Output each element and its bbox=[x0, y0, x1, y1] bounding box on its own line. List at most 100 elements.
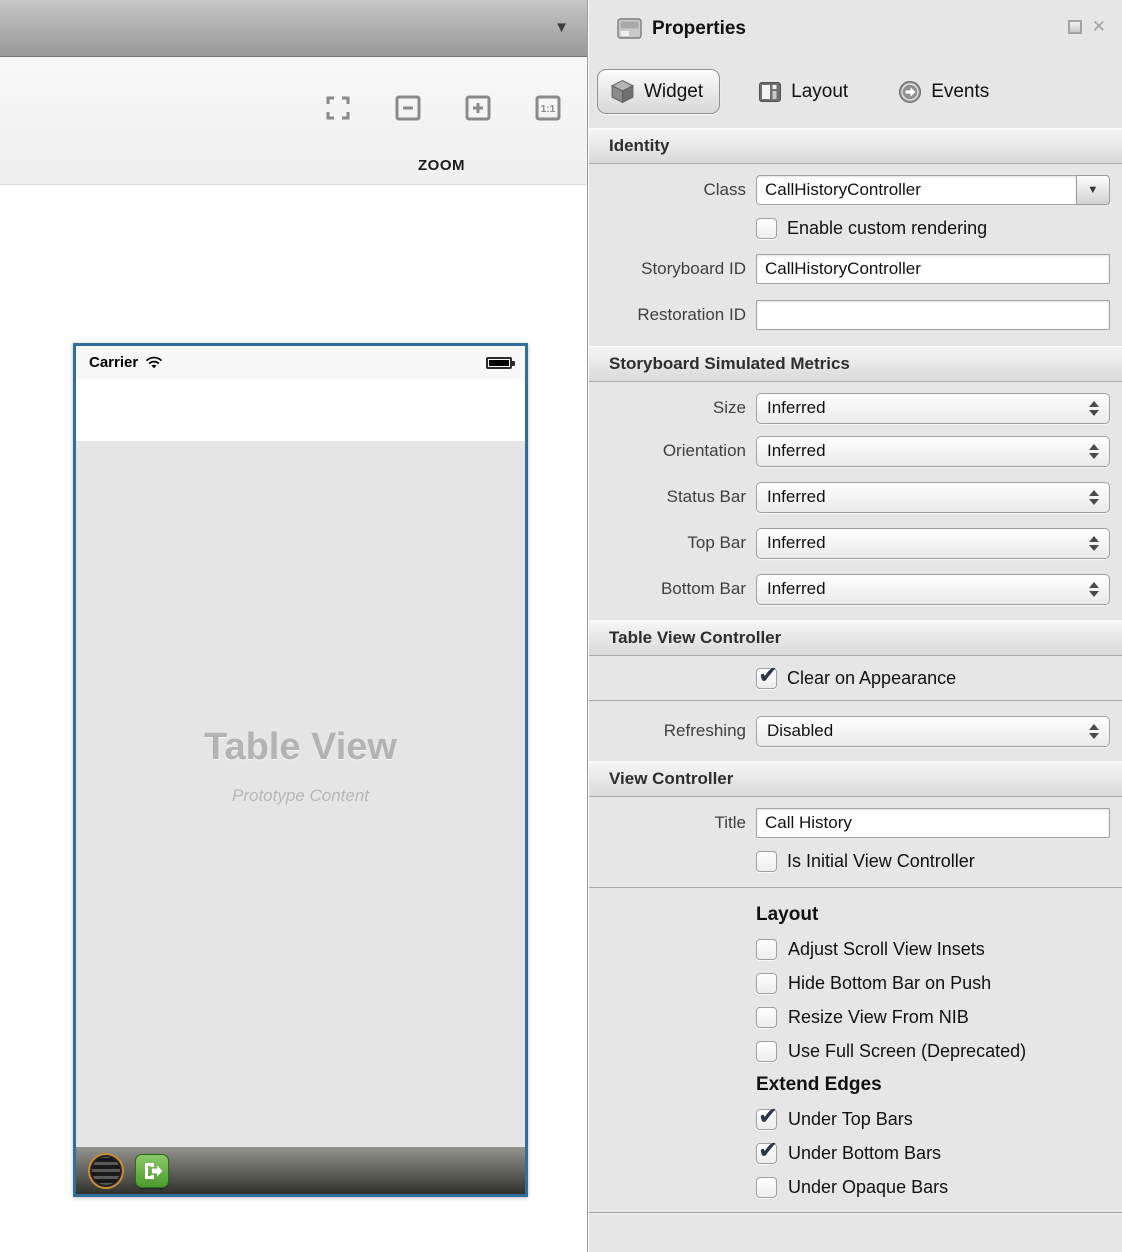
hide-bottom-bar-on-push-checkbox[interactable] bbox=[756, 973, 777, 994]
under-bottom-bars-row: Under Bottom Bars bbox=[756, 1136, 1110, 1170]
class-dropdown-button[interactable]: ▼ bbox=[1076, 175, 1110, 205]
restoration-id-input[interactable] bbox=[756, 300, 1110, 330]
tab-layout[interactable]: Layout bbox=[746, 71, 860, 113]
orientation-row: Orientation Inferred bbox=[589, 428, 1122, 474]
zoom-out-icon[interactable] bbox=[395, 95, 421, 121]
status-bar-label: Status Bar bbox=[589, 487, 746, 507]
size-row: Size Inferred bbox=[589, 382, 1122, 428]
size-popup-value: Inferred bbox=[767, 398, 826, 418]
stepper-icon bbox=[1089, 401, 1099, 416]
class-label: Class bbox=[589, 180, 746, 200]
wifi-icon bbox=[145, 356, 163, 369]
design-canvas[interactable]: Carrier Table View Prototype Conte bbox=[0, 185, 587, 1251]
title-input[interactable] bbox=[756, 808, 1110, 838]
top-bar-row: Top Bar Inferred bbox=[589, 520, 1122, 566]
is-initial-view-controller-row: Is Initial View Controller bbox=[589, 843, 1122, 879]
zoom-toolbar: 1:1 ZOOM bbox=[0, 57, 587, 185]
tab-events-label: Events bbox=[931, 81, 989, 103]
events-arrow-icon bbox=[898, 80, 922, 104]
storyboard-id-row: Storyboard ID bbox=[589, 246, 1122, 292]
svg-text:1:1: 1:1 bbox=[541, 104, 556, 115]
chevron-down-icon[interactable]: ▼ bbox=[554, 19, 569, 36]
hide-bottom-bar-on-push-label: Hide Bottom Bar on Push bbox=[788, 973, 991, 994]
enable-custom-rendering-checkbox[interactable] bbox=[756, 218, 777, 239]
zoom-in-icon[interactable] bbox=[465, 95, 491, 121]
clear-on-appearance-row: Clear on Appearance bbox=[589, 656, 1122, 700]
under-top-bars-row: Under Top Bars bbox=[756, 1102, 1110, 1136]
view-controller-scene[interactable]: Carrier Table View Prototype Conte bbox=[73, 343, 528, 1197]
under-bottom-bars-checkbox[interactable] bbox=[756, 1143, 777, 1164]
orientation-popup-value: Inferred bbox=[767, 441, 826, 461]
properties-panel-header: Properties ✕ bbox=[589, 0, 1122, 57]
status-bar-popup[interactable]: Inferred bbox=[756, 482, 1110, 513]
top-bar-popup[interactable]: Inferred bbox=[756, 528, 1110, 559]
widget-cube-icon bbox=[610, 79, 635, 104]
stepper-icon bbox=[1089, 444, 1099, 459]
table-view[interactable]: Table View Prototype Content bbox=[76, 441, 525, 1147]
under-bottom-bars-label: Under Bottom Bars bbox=[788, 1143, 941, 1164]
size-popup[interactable]: Inferred bbox=[756, 393, 1110, 424]
bottom-bar-popup[interactable]: Inferred bbox=[756, 574, 1110, 605]
zoom-controls: 1:1 bbox=[325, 95, 561, 121]
class-input[interactable] bbox=[756, 175, 1076, 205]
float-window-icon[interactable] bbox=[1068, 20, 1082, 34]
tab-widget[interactable]: Widget bbox=[597, 69, 720, 114]
view-controller-icon[interactable] bbox=[88, 1153, 124, 1189]
use-full-screen-checkbox[interactable] bbox=[756, 1041, 777, 1062]
size-label: Size bbox=[589, 398, 746, 418]
adjust-scroll-view-insets-label: Adjust Scroll View Insets bbox=[788, 939, 985, 960]
stepper-icon bbox=[1089, 536, 1099, 551]
tab-layout-label: Layout bbox=[791, 81, 848, 103]
top-bar-label: Top Bar bbox=[589, 533, 746, 553]
enable-custom-rendering-row: Enable custom rendering bbox=[589, 210, 1122, 246]
bottom-bar-popup-value: Inferred bbox=[767, 579, 826, 599]
storyboard-id-label: Storyboard ID bbox=[589, 259, 746, 279]
clear-on-appearance-label: Clear on Appearance bbox=[787, 668, 956, 689]
canvas-top-toolbar: ▼ bbox=[0, 0, 587, 57]
tab-widget-label: Widget bbox=[644, 81, 703, 103]
title-row: Title bbox=[589, 797, 1122, 843]
use-full-screen-row: Use Full Screen (Deprecated) bbox=[756, 1034, 1110, 1068]
layout-panels-icon bbox=[758, 80, 782, 104]
resize-view-from-nib-checkbox[interactable] bbox=[756, 1007, 777, 1028]
inspector-tabs: Widget Layout bbox=[589, 57, 1122, 128]
clear-on-appearance-checkbox[interactable] bbox=[756, 668, 777, 689]
battery-icon bbox=[486, 357, 512, 369]
properties-panel: Properties ✕ Widget bbox=[589, 0, 1122, 1252]
extend-edges-subheader: Extend Edges bbox=[756, 1068, 1110, 1102]
under-opaque-bars-checkbox[interactable] bbox=[756, 1177, 777, 1198]
adjust-scroll-view-insets-row: Adjust Scroll View Insets bbox=[756, 932, 1110, 966]
app-window: ▼ bbox=[0, 0, 1122, 1252]
under-opaque-bars-label: Under Opaque Bars bbox=[788, 1177, 948, 1198]
orientation-popup[interactable]: Inferred bbox=[756, 436, 1110, 467]
section-table-view-controller: Table View Controller bbox=[589, 620, 1122, 656]
adjust-scroll-view-insets-checkbox[interactable] bbox=[756, 939, 777, 960]
close-icon[interactable]: ✕ bbox=[1092, 20, 1106, 34]
properties-panel-icon bbox=[617, 18, 642, 39]
tab-events[interactable]: Events bbox=[886, 71, 1001, 113]
stepper-icon bbox=[1089, 582, 1099, 597]
stepper-icon bbox=[1089, 724, 1099, 739]
status-bar-row: Status Bar Inferred bbox=[589, 474, 1122, 520]
simulated-status-bar: Carrier bbox=[76, 346, 525, 379]
resize-view-from-nib-label: Resize View From NIB bbox=[788, 1007, 969, 1028]
storyboard-id-input[interactable] bbox=[756, 254, 1110, 284]
section-identity: Identity bbox=[589, 128, 1122, 164]
zoom-fit-icon[interactable] bbox=[325, 95, 351, 121]
enable-custom-rendering-label: Enable custom rendering bbox=[787, 218, 987, 239]
restoration-id-row: Restoration ID bbox=[589, 292, 1122, 338]
exit-segue-icon[interactable] bbox=[135, 1154, 169, 1188]
use-full-screen-label: Use Full Screen (Deprecated) bbox=[788, 1041, 1026, 1062]
under-opaque-bars-row: Under Opaque Bars bbox=[756, 1170, 1110, 1204]
stepper-icon bbox=[1089, 490, 1099, 505]
zoom-actual-size-icon[interactable]: 1:1 bbox=[535, 95, 561, 121]
section-storyboard-simulated-metrics: Storyboard Simulated Metrics bbox=[589, 346, 1122, 382]
table-view-placeholder-title: Table View bbox=[204, 726, 397, 769]
class-combobox: ▼ bbox=[756, 175, 1110, 205]
refreshing-popup[interactable]: Disabled bbox=[756, 716, 1110, 747]
panel-title: Properties bbox=[652, 18, 746, 40]
is-initial-view-controller-checkbox[interactable] bbox=[756, 851, 777, 872]
scene-dock bbox=[76, 1147, 525, 1194]
status-bar-popup-value: Inferred bbox=[767, 487, 826, 507]
under-top-bars-checkbox[interactable] bbox=[756, 1109, 777, 1130]
